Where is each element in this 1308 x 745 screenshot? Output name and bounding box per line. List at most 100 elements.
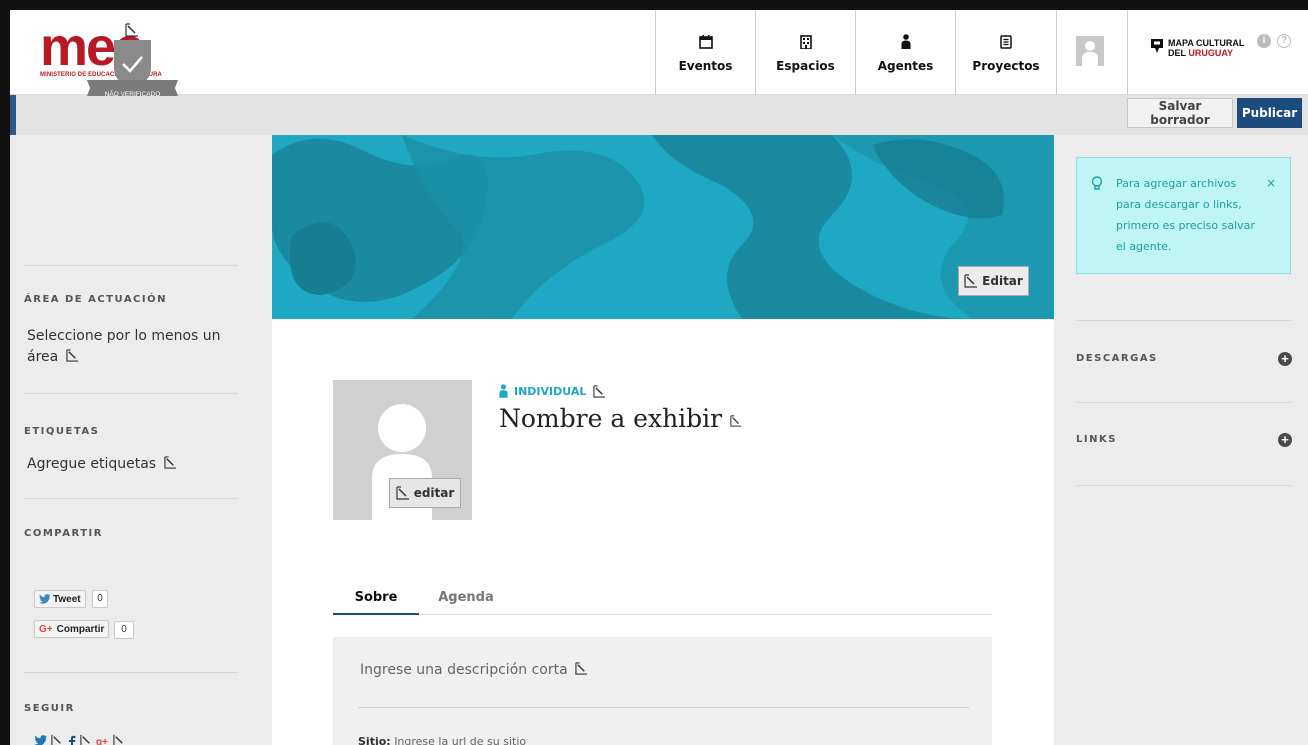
mapa-line-2-red: URUGUAY bbox=[1188, 48, 1234, 58]
person-icon bbox=[499, 384, 508, 398]
divider bbox=[24, 498, 238, 499]
badge-label: NÃO VERIFICADO bbox=[104, 91, 161, 98]
twitter-icon[interactable] bbox=[34, 735, 48, 745]
tweet-label: Tweet bbox=[53, 593, 81, 605]
cover-edit-label: Editar bbox=[982, 274, 1023, 288]
edit-pencil-icon[interactable] bbox=[80, 734, 93, 745]
divider bbox=[24, 393, 238, 394]
avatar-edit-label: editar bbox=[413, 486, 455, 500]
header-help-icons: i ? bbox=[1257, 34, 1291, 48]
alert-message: Para agregar archivos para descargar o l… bbox=[1116, 177, 1255, 253]
cover-pattern bbox=[272, 135, 1054, 319]
downloads-title: DESCARGAS bbox=[1076, 353, 1158, 364]
about-section bbox=[333, 637, 992, 745]
links-title: LINKS bbox=[1076, 434, 1117, 445]
site-placeholder: Ingrese la url de su sitio bbox=[394, 735, 527, 745]
content-tabs: Sobre Agenda bbox=[333, 580, 992, 615]
save-draft-button[interactable]: Salvar borrador bbox=[1127, 98, 1233, 128]
nav-label: Proyectos bbox=[972, 58, 1040, 73]
divider bbox=[1076, 320, 1292, 321]
share-title: COMPARTIR bbox=[24, 528, 103, 539]
agent-type-label: INDIVIDUAL bbox=[514, 384, 587, 398]
gplus-label: Compartir bbox=[56, 623, 105, 635]
tab-agenda[interactable]: Agenda bbox=[425, 580, 507, 615]
avatar-edit-button[interactable]: editar bbox=[389, 478, 461, 508]
nav-espacios[interactable]: Espacios bbox=[755, 10, 855, 95]
nav-label: Eventos bbox=[678, 58, 733, 73]
tags-placeholder[interactable]: Agregue etiquetas bbox=[27, 454, 177, 475]
edit-pencil-icon[interactable] bbox=[51, 734, 64, 745]
help-icon[interactable]: ? bbox=[1277, 34, 1291, 48]
google-plus-icon[interactable]: g+ bbox=[96, 735, 110, 745]
calendar-icon bbox=[698, 33, 714, 51]
short-description-field[interactable]: Ingrese una descripción corta bbox=[360, 662, 588, 678]
add-download-button[interactable]: + bbox=[1278, 352, 1292, 366]
divider bbox=[358, 707, 969, 708]
gplus-icon: G+ bbox=[39, 623, 53, 635]
follow-icons: g+ bbox=[34, 734, 126, 745]
main-nav: Eventos Espacios Agentes Proyectos bbox=[655, 10, 1057, 95]
edit-pencil-icon[interactable] bbox=[163, 456, 177, 469]
short-description-placeholder: Ingrese una descripción corta bbox=[360, 662, 568, 678]
info-icon[interactable]: i bbox=[1257, 34, 1271, 48]
agent-name-text: Nombre a exhibir bbox=[499, 404, 723, 433]
edit-pencil-icon[interactable] bbox=[593, 384, 606, 398]
building-icon bbox=[798, 33, 814, 51]
edit-pencil-icon[interactable] bbox=[575, 662, 588, 675]
toolbar-accent bbox=[10, 95, 16, 135]
nav-eventos[interactable]: Eventos bbox=[655, 10, 755, 95]
nav-proyectos[interactable]: Proyectos bbox=[955, 10, 1057, 95]
tags-text: Agregue etiquetas bbox=[27, 456, 157, 472]
mapa-line-2-prefix: DEL bbox=[1168, 48, 1189, 58]
tweet-count: 0 bbox=[92, 590, 108, 608]
edit-pencil-icon[interactable] bbox=[113, 734, 126, 745]
svg-text:g+: g+ bbox=[96, 737, 108, 745]
edit-pencil-icon[interactable] bbox=[125, 22, 139, 41]
area-placeholder[interactable]: Seleccione por lo menos un área bbox=[27, 326, 221, 368]
publish-button[interactable]: Publicar bbox=[1237, 98, 1302, 128]
site-label: Sitio: bbox=[358, 735, 391, 745]
facebook-icon[interactable] bbox=[67, 735, 77, 745]
gplus-share-button[interactable]: G+ Compartir bbox=[34, 620, 110, 638]
tags-title: ETIQUETAS bbox=[24, 426, 100, 437]
gplus-count: 0 bbox=[114, 621, 134, 639]
left-border bbox=[0, 0, 10, 745]
agent-name[interactable]: Nombre a exhibir bbox=[499, 404, 742, 433]
area-text-line: Seleccione por lo menos un bbox=[27, 328, 221, 344]
user-avatar[interactable] bbox=[1076, 36, 1104, 66]
tweet-button[interactable]: Tweet bbox=[34, 590, 86, 608]
mapa-line-1: MAPA CULTURAL bbox=[1168, 38, 1245, 48]
verification-badge: NÃO VERIFICADO bbox=[85, 22, 180, 107]
site-field[interactable]: Sitio: Ingrese la url de su sitio bbox=[358, 735, 526, 745]
lightbulb-icon bbox=[1091, 176, 1103, 190]
divider bbox=[1076, 402, 1292, 403]
mapa-cultural-logo[interactable]: MAPA CULTURAL DEL URUGUAY bbox=[1150, 38, 1244, 58]
agent-type[interactable]: INDIVIDUAL bbox=[499, 384, 606, 398]
document-icon bbox=[998, 33, 1014, 51]
area-text-line: área bbox=[27, 349, 59, 365]
follow-title: SEGUIR bbox=[24, 703, 75, 714]
edit-pencil-icon[interactable] bbox=[730, 415, 742, 427]
left-sidebar bbox=[10, 135, 272, 745]
edit-pencil-icon[interactable] bbox=[66, 349, 79, 362]
divider bbox=[1076, 485, 1292, 486]
map-pin-icon bbox=[1150, 38, 1164, 58]
header-divider bbox=[1127, 10, 1128, 95]
twitter-icon bbox=[39, 594, 51, 604]
close-icon[interactable]: × bbox=[1266, 176, 1276, 190]
cover-image bbox=[272, 135, 1054, 319]
person-icon bbox=[898, 33, 914, 51]
divider bbox=[24, 672, 238, 673]
cover-edit-button[interactable]: Editar bbox=[958, 266, 1029, 296]
area-title: ÁREA DE ACTUACIÓN bbox=[24, 294, 167, 305]
add-link-button[interactable]: + bbox=[1278, 433, 1292, 447]
nav-agentes[interactable]: Agentes bbox=[855, 10, 955, 95]
edit-toolbar bbox=[10, 95, 1308, 135]
edit-pencil-icon bbox=[396, 486, 409, 500]
nav-label: Espacios bbox=[776, 58, 835, 73]
site-header: mec MINISTERIO DE EDUCACIÓN Y CULTURA Ev… bbox=[10, 10, 1308, 95]
divider bbox=[24, 265, 238, 266]
tab-sobre[interactable]: Sobre bbox=[333, 580, 419, 615]
shield-icon bbox=[87, 40, 178, 96]
edit-pencil-icon bbox=[964, 274, 978, 288]
